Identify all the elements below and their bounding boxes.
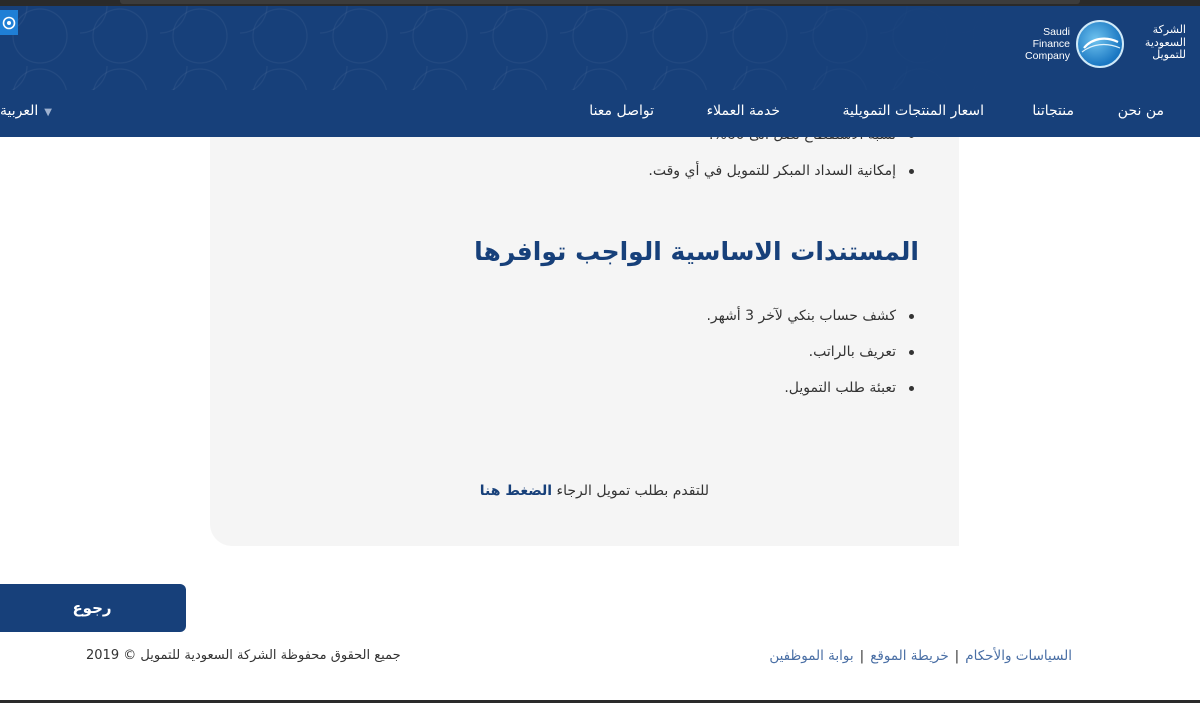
list-item: تعبئة طلب التمويل. bbox=[706, 378, 914, 414]
accessibility-button[interactable] bbox=[0, 10, 18, 35]
documents-list: كشف حساب بنكي لآخر 3 أشهر. تعريف بالراتب… bbox=[706, 306, 914, 414]
back-button[interactable]: رجوع bbox=[0, 584, 186, 632]
footer-link-employee-portal[interactable]: بوابة الموظفين bbox=[769, 648, 853, 664]
chevron-down-icon: ▼ bbox=[44, 107, 52, 118]
accessibility-icon bbox=[2, 16, 16, 30]
nav-item-contact[interactable]: تواصل معنا bbox=[589, 103, 654, 119]
logo-globe-icon bbox=[1076, 20, 1124, 68]
apply-link[interactable]: الضغط هنا bbox=[480, 483, 552, 499]
list-item: إمكانية السداد المبكر للتمويل في أي وقت. bbox=[648, 161, 914, 197]
logo-english-text: Saudi Finance Company bbox=[1025, 26, 1070, 62]
language-label: العربية bbox=[0, 103, 39, 119]
footer-link-sitemap[interactable]: خريطة الموقع bbox=[870, 648, 948, 664]
site-logo[interactable]: Saudi Finance Company الشركة السعودية لل… bbox=[1016, 16, 1186, 76]
documents-heading: المستندات الاساسية الواجب توافرها bbox=[474, 237, 919, 266]
product-details-card: نسبة الاستقطاع تصل الى 60%. إمكانية السد… bbox=[210, 137, 959, 546]
footer-divider: | bbox=[954, 648, 960, 664]
features-list: نسبة الاستقطاع تصل الى 60%. إمكانية السد… bbox=[648, 137, 914, 197]
nav-item-product-prices[interactable]: اسعار المنتجات التمويلية bbox=[843, 103, 984, 119]
list-item: نسبة الاستقطاع تصل الى 60%. bbox=[648, 137, 914, 161]
apply-prompt: للتقدم بطلب تمويل الرجاء الضغط هنا bbox=[480, 483, 709, 499]
main-nav: من نحن منتجاتنا اسعار المنتجات التمويلية… bbox=[0, 90, 1200, 137]
footer-divider: | bbox=[859, 648, 865, 664]
logo-arabic-text: الشركة السعودية للتمويل bbox=[1144, 23, 1186, 61]
nav-item-customer-service[interactable]: خدمة العملاء bbox=[707, 103, 780, 119]
footer-links: السياسات والأحكام | خريطة الموقع | بوابة الم… bbox=[769, 648, 1072, 664]
list-item: تعريف بالراتب. bbox=[706, 342, 914, 378]
copyright-text: جميع الحقوق محفوظة الشركة السعودية للتمو… bbox=[86, 648, 401, 663]
nav-item-products[interactable]: منتجاتنا bbox=[1032, 103, 1074, 119]
footer-link-terms[interactable]: السياسات والأحكام bbox=[965, 648, 1072, 664]
list-item: كشف حساب بنكي لآخر 3 أشهر. bbox=[706, 306, 914, 342]
language-switcher[interactable]: العربية ▼ bbox=[0, 103, 52, 119]
apply-text: للتقدم بطلب تمويل الرجاء bbox=[556, 483, 709, 499]
nav-item-about[interactable]: من نحن bbox=[1118, 103, 1164, 119]
